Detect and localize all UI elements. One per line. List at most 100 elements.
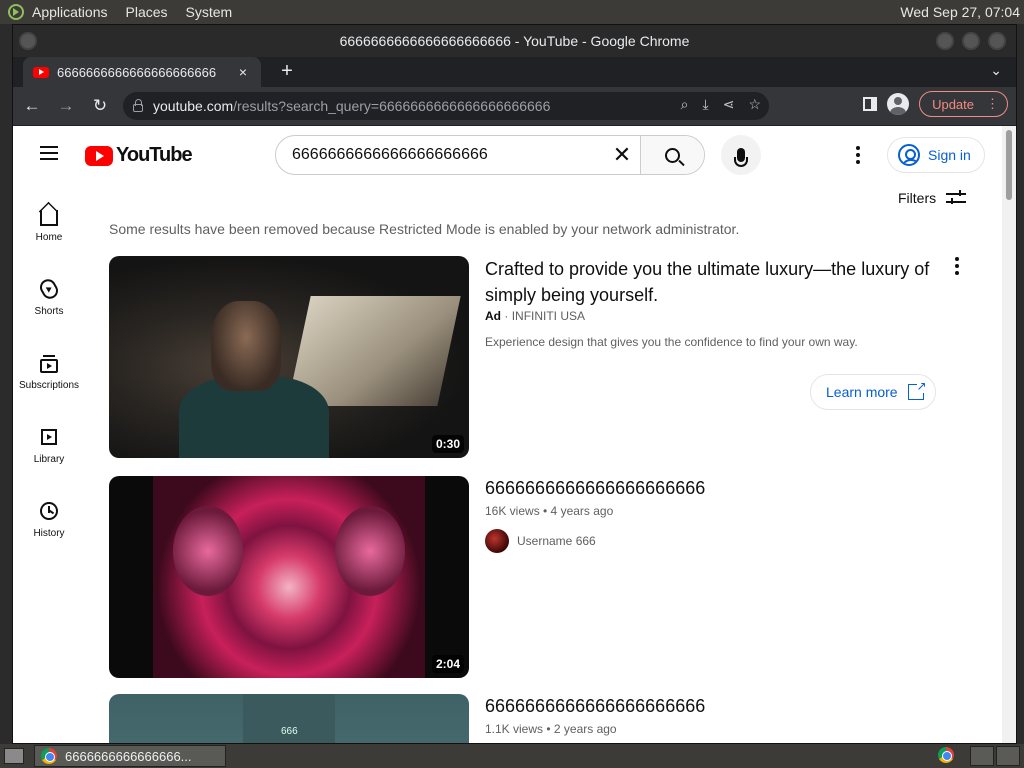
- chrome-menu-icon[interactable]: ⋮: [986, 96, 999, 112]
- lock-icon[interactable]: [133, 99, 143, 112]
- browser-window: 6666666666666666666666 - YouTube - Googl…: [12, 24, 1017, 744]
- ad-separator: ·: [504, 309, 509, 323]
- scrollbar-thumb[interactable]: [1006, 130, 1012, 200]
- search-icon: [665, 147, 680, 163]
- search-input[interactable]: 6666666666666666666666: [276, 136, 604, 174]
- taskbar-window-title: 6666666666666666...: [65, 748, 192, 764]
- places-menu[interactable]: Places: [126, 4, 168, 20]
- external-link-icon: [907, 379, 927, 400]
- ad-title[interactable]: Crafted to provide you the ultimate luxu…: [485, 256, 935, 308]
- tab-youtube[interactable]: 6666666666666666666666 ×: [23, 57, 261, 87]
- youtube-page: YouTube 6666666666666666666666 ✕ Sign in…: [13, 126, 1016, 743]
- close-window-icon[interactable]: [988, 32, 1006, 50]
- duration-badge: 0:30: [431, 435, 464, 453]
- hamburger-menu-icon[interactable]: [40, 146, 58, 160]
- panel-clock[interactable]: Wed Sep 27, 07:04: [900, 4, 1020, 20]
- restricted-mode-notice: Some results have been removed because R…: [109, 221, 740, 237]
- history-icon: [38, 500, 60, 522]
- sign-in-button[interactable]: Sign in: [887, 137, 985, 173]
- guide-item-history[interactable]: History: [13, 500, 85, 539]
- guide-item-shorts[interactable]: Shorts: [13, 276, 85, 317]
- settings-kebab-icon[interactable]: [851, 144, 865, 166]
- window-titlebar[interactable]: 6666666666666666666666 - YouTube - Googl…: [13, 25, 1016, 57]
- video-meta: 16K views • 4 years ago: [485, 504, 614, 518]
- tab-search-chevron-icon[interactable]: ⌄: [990, 62, 1002, 79]
- profile-avatar[interactable]: [887, 93, 910, 115]
- minimize-icon[interactable]: [936, 32, 954, 50]
- omnibox-actions: ⌕ ⤓ ⋖ ☆: [681, 96, 761, 113]
- window-controls: [936, 32, 1006, 50]
- browser-toolbar: ← → ↻ youtube.com/results?search_query=6…: [13, 87, 1016, 125]
- guide-label: Library: [33, 454, 65, 465]
- install-icon[interactable]: ⤓: [703, 96, 709, 113]
- sign-in-label: Sign in: [928, 147, 971, 163]
- video-meta: 1.1K views • 2 years ago: [485, 722, 617, 736]
- microphone-icon: [734, 148, 748, 167]
- system-menu[interactable]: System: [186, 4, 233, 20]
- library-icon: [38, 426, 60, 448]
- subscriptions-icon: [38, 352, 60, 374]
- video-thumbnail[interactable]: 666: [109, 694, 469, 743]
- search-box: 6666666666666666666666 ✕: [275, 135, 705, 175]
- learn-more-button[interactable]: Learn more: [810, 374, 936, 410]
- side-panel-icon[interactable]: [863, 97, 878, 111]
- taskbar-chrome-window[interactable]: 6666666666666666...: [34, 745, 226, 767]
- video-thumbnail[interactable]: 2:04: [109, 476, 469, 678]
- window-menu-icon[interactable]: [19, 32, 37, 50]
- applications-menu[interactable]: Applications: [32, 4, 108, 20]
- guide-label: Shorts: [34, 306, 64, 317]
- shorts-icon: [37, 276, 61, 302]
- clear-search-icon[interactable]: ✕: [604, 136, 640, 174]
- bookmark-star-icon[interactable]: ☆: [748, 96, 761, 113]
- masthead: YouTube 6666666666666666666666 ✕ Sign in: [13, 126, 1002, 182]
- channel-name[interactable]: Username 666: [517, 534, 596, 548]
- tray-chrome-icon[interactable]: [938, 747, 954, 763]
- update-label: Update: [932, 96, 974, 112]
- youtube-play-icon: [85, 145, 113, 166]
- video-title[interactable]: 6666666666666666666666: [485, 696, 705, 717]
- ad-description: Experience design that gives you the con…: [485, 335, 858, 349]
- thumbnail-caption: 666: [281, 726, 298, 737]
- window-title: 6666666666666666666666 - YouTube - Googl…: [339, 33, 690, 49]
- show-desktop-icon[interactable]: [4, 748, 24, 764]
- duration-badge: 2:04: [431, 655, 464, 673]
- address-bar[interactable]: youtube.com/results?search_query=6666666…: [123, 92, 769, 120]
- filters-button[interactable]: Filters: [898, 190, 967, 206]
- channel-avatar[interactable]: [485, 529, 509, 553]
- top-panel: Applications Places System Wed Sep 27, 0…: [0, 0, 1024, 24]
- guide-item-home[interactable]: Home: [13, 204, 85, 243]
- guide-item-subscriptions[interactable]: Subscriptions: [13, 352, 85, 391]
- tab-close-icon[interactable]: ×: [235, 64, 251, 80]
- ad-thumbnail[interactable]: 0:30: [109, 256, 469, 458]
- learn-more-label: Learn more: [826, 384, 898, 400]
- update-button[interactable]: Update ⋮: [919, 91, 1008, 117]
- toolbar-right: Update ⋮: [863, 91, 1008, 117]
- distro-logo-icon[interactable]: [8, 4, 24, 20]
- youtube-logo[interactable]: YouTube: [85, 144, 193, 167]
- logo-text: YouTube: [116, 144, 193, 166]
- advertiser-name[interactable]: INFINITI USA: [512, 309, 585, 323]
- account-icon: [898, 144, 920, 166]
- reload-icon[interactable]: ↻: [85, 91, 115, 121]
- bottom-taskbar: 6666666666666666...: [0, 744, 1024, 768]
- voice-search-button[interactable]: [721, 135, 761, 175]
- search-button[interactable]: [640, 136, 704, 174]
- page-scrollbar[interactable]: [1002, 126, 1016, 743]
- share-icon[interactable]: ⋖: [723, 96, 735, 113]
- home-icon: [38, 204, 60, 226]
- channel-link[interactable]: Username 666: [485, 529, 596, 553]
- ad-label: Ad: [485, 309, 501, 323]
- new-tab-button[interactable]: +: [275, 60, 299, 83]
- chrome-icon: [41, 748, 57, 764]
- back-arrow-icon[interactable]: ←: [17, 91, 47, 121]
- workspace-switcher[interactable]: [970, 746, 1020, 766]
- guide-item-library[interactable]: Library: [13, 426, 85, 465]
- ad-options-kebab-icon[interactable]: [953, 257, 961, 275]
- guide-label: Subscriptions: [18, 380, 80, 391]
- maximize-icon[interactable]: [962, 32, 980, 50]
- zoom-search-icon[interactable]: ⌕: [681, 96, 689, 113]
- filters-label: Filters: [898, 190, 937, 206]
- tab-title: 6666666666666666666666: [57, 64, 217, 80]
- forward-arrow-icon[interactable]: →: [51, 91, 81, 121]
- video-title[interactable]: 6666666666666666666666: [485, 478, 705, 499]
